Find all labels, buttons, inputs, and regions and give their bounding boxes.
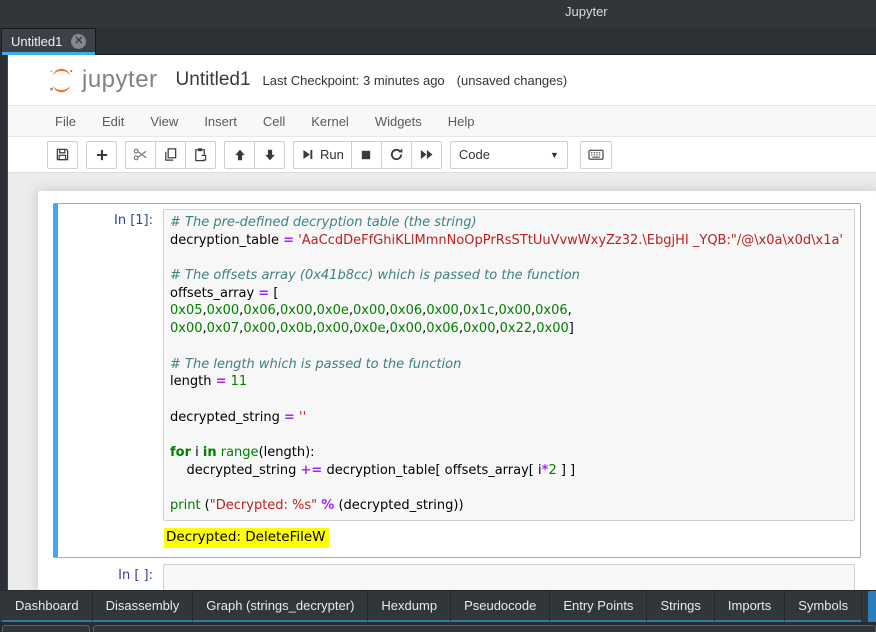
code-line <box>170 426 850 444</box>
bottom-tab-graph-strings-decrypter[interactable]: Graph (strings_decrypter) <box>193 591 368 622</box>
menu-view[interactable]: View <box>137 114 191 129</box>
doc-tabbar: Untitled1 ✕ <box>0 28 876 55</box>
output-prompt-spacer <box>63 528 164 548</box>
chevron-down-icon: ▼ <box>550 150 559 160</box>
stop-icon <box>359 148 373 162</box>
output-text-highlighted: Decrypted: DeleteFileW <box>164 528 329 548</box>
code-line: decrypted_string += decryption_table[ of… <box>170 462 850 480</box>
window-titlebar: Jupyter <box>0 0 876 28</box>
restart-run-all-button[interactable] <box>411 141 442 169</box>
code-line: print ("Decrypted: %s" % (decrypted_stri… <box>170 497 850 515</box>
command-palette-button[interactable] <box>580 141 612 169</box>
left-splitter[interactable] <box>0 55 8 590</box>
arrow-up-icon <box>233 148 247 162</box>
copy-cell-button[interactable] <box>155 141 186 169</box>
unsaved-changes-badge: (unsaved changes) <box>457 73 568 88</box>
code-line <box>170 338 850 356</box>
jupyter-notebook-panel: jupyter Untitled1 Last Checkpoint: 3 min… <box>8 55 876 590</box>
code-line: offsets_array = [ <box>170 285 850 303</box>
notebook-header: jupyter Untitled1 Last Checkpoint: 3 min… <box>8 55 876 105</box>
code-line: # The length which is passed to the func… <box>170 356 850 374</box>
bottom-tab-disassembly[interactable]: Disassembly <box>93 591 194 622</box>
fast-forward-icon <box>419 147 434 162</box>
scissors-icon <box>133 147 148 162</box>
notebook-toolbar: Run <box>8 137 876 173</box>
active-tab-underline <box>2 52 95 55</box>
code-line: length = 11 <box>170 373 850 391</box>
bottom-tab-pseudocode[interactable]: Pseudocode <box>451 591 550 622</box>
code-cell-1[interactable]: In [1]: # The pre-defined decryption tab… <box>53 203 861 558</box>
bottom-tabbar: DashboardDisassemblyGraph (strings_decry… <box>0 590 876 622</box>
strip-box-left <box>2 625 90 632</box>
code-line: # The pre-defined decryption table (the … <box>170 214 850 232</box>
notebook-title[interactable]: Untitled1 <box>176 69 251 91</box>
cell-type-value: Code <box>459 147 490 162</box>
empty-code-editor[interactable] <box>163 564 855 590</box>
doc-tab-label: Untitled1 <box>11 34 62 49</box>
code-line: 0x05,0x00,0x06,0x00,0x0e,0x00,0x06,0x00,… <box>170 302 850 320</box>
save-button[interactable] <box>47 141 78 169</box>
menu-file[interactable]: File <box>42 114 89 129</box>
bottom-tab-strings[interactable]: Strings <box>647 591 714 622</box>
bottom-tab-entry-points[interactable]: Entry Points <box>550 591 647 622</box>
menu-bar: FileEditViewInsertCellKernelWidgetsHelp <box>8 105 876 137</box>
step-forward-icon <box>301 148 314 161</box>
bottom-tab-dashboard[interactable]: Dashboard <box>2 591 93 622</box>
code-cell-2[interactable]: In [ ]: <box>53 559 861 590</box>
menu-kernel[interactable]: Kernel <box>298 114 362 129</box>
window-title: Jupyter <box>565 4 608 19</box>
code-line <box>170 249 850 267</box>
save-icon <box>55 147 70 162</box>
close-icon[interactable]: ✕ <box>71 34 86 49</box>
arrow-down-icon <box>263 148 277 162</box>
bottom-tab-symbols[interactable]: Symbols <box>785 591 862 622</box>
checkpoint-status: Last Checkpoint: 3 minutes ago <box>263 73 445 88</box>
menu-help[interactable]: Help <box>435 114 488 129</box>
bottom-tab-hexdump[interactable]: Hexdump <box>368 591 451 622</box>
paste-icon <box>193 147 208 162</box>
keyboard-icon <box>588 147 604 162</box>
menu-widgets[interactable]: Widgets <box>362 114 435 129</box>
run-button[interactable]: Run <box>293 141 352 169</box>
code-line: decrypted_string = '' <box>170 409 850 427</box>
paste-cell-button[interactable] <box>185 141 216 169</box>
move-cell-down-button[interactable] <box>254 141 285 169</box>
menu-edit[interactable]: Edit <box>89 114 137 129</box>
code-line: for i in range(length): <box>170 444 850 462</box>
restart-icon <box>389 147 404 162</box>
cut-cell-button[interactable] <box>125 141 156 169</box>
notebook-container: In [1]: # The pre-defined decryption tab… <box>38 191 876 590</box>
cell-type-select[interactable]: Code ▼ <box>450 141 568 169</box>
run-button-label: Run <box>320 147 344 162</box>
jupyter-wordmark: jupyter <box>82 66 158 94</box>
code-line: decryption_table = 'AaCcdDeFfGhiKLlMmnNo… <box>170 232 850 250</box>
notebook-body: In [1]: # The pre-defined decryption tab… <box>8 173 876 590</box>
menu-cell[interactable]: Cell <box>250 114 298 129</box>
main-area: jupyter Untitled1 Last Checkpoint: 3 min… <box>0 55 876 590</box>
code-editor[interactable]: # The pre-defined decryption table (the … <box>163 209 855 521</box>
add-cell-button[interactable] <box>86 141 117 169</box>
copy-icon <box>163 147 178 162</box>
code-line: 0x00,0x07,0x00,0x0b,0x00,0x0e,0x00,0x06,… <box>170 320 850 338</box>
jupyter-logo-icon <box>47 66 76 95</box>
bottom-tab-imports[interactable]: Imports <box>715 591 785 622</box>
code-line <box>170 479 850 497</box>
menu-insert[interactable]: Insert <box>191 114 250 129</box>
bottom-strip <box>0 622 876 632</box>
strip-box-right <box>93 625 876 632</box>
empty-input-prompt: In [ ]: <box>63 564 163 590</box>
input-prompt: In [1]: <box>63 209 163 521</box>
bottom-tab-jupyter[interactable]: Jupyter <box>868 591 876 622</box>
doc-tab-untitled1[interactable]: Untitled1 ✕ <box>1 28 96 54</box>
move-cell-up-button[interactable] <box>224 141 255 169</box>
cell-output: Decrypted: DeleteFileW <box>63 521 855 552</box>
plus-icon <box>95 148 109 162</box>
restart-kernel-button[interactable] <box>381 141 412 169</box>
code-line <box>170 391 850 409</box>
code-line: # The offsets array (0x41b8cc) which is … <box>170 267 850 285</box>
interrupt-kernel-button[interactable] <box>351 141 382 169</box>
